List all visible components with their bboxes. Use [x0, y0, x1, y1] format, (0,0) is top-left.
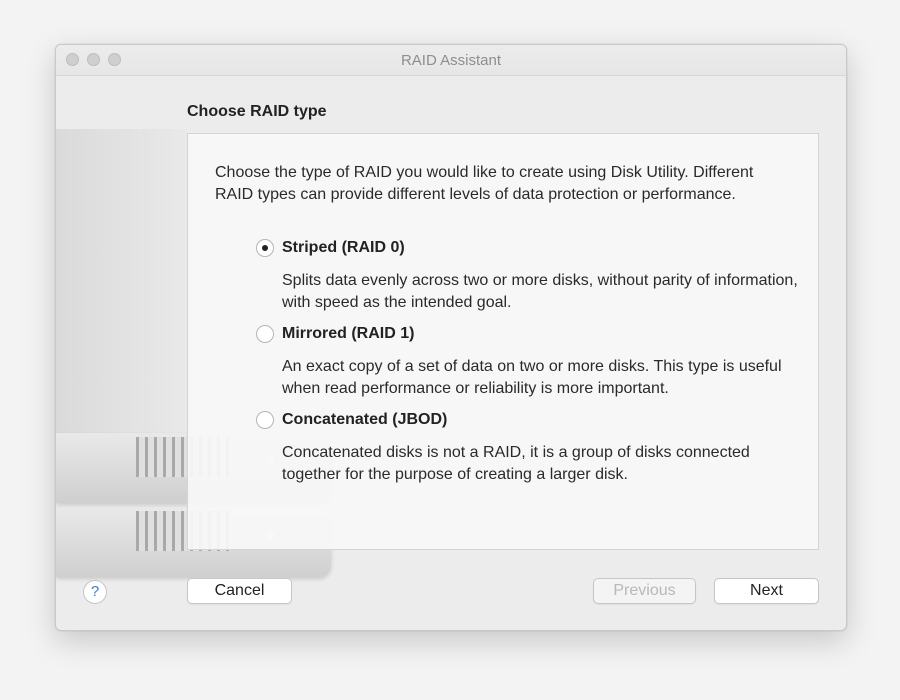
desc-mirrored: An exact copy of a set of data on two or…	[282, 358, 782, 397]
radio-concatenated[interactable]: Concatenated (JBOD)	[256, 411, 447, 429]
next-button[interactable]: Next	[714, 578, 819, 604]
radio-label-striped: Striped (RAID 0)	[282, 239, 405, 256]
raid-type-panel: Choose the type of RAID you would like t…	[187, 133, 819, 550]
radio-button-striped[interactable]	[256, 239, 274, 257]
desc-striped: Splits data evenly across two or more di…	[282, 272, 798, 311]
title-bar: RAID Assistant	[56, 45, 846, 76]
radio-mirrored[interactable]: Mirrored (RAID 1)	[256, 325, 414, 343]
desc-concatenated: Concatenated disks is not a RAID, it is …	[282, 444, 750, 483]
radio-button-concatenated[interactable]	[256, 411, 274, 429]
cancel-button[interactable]: Cancel	[187, 578, 292, 604]
radio-label-mirrored: Mirrored (RAID 1)	[282, 325, 415, 342]
intro-text: Choose the type of RAID you would like t…	[215, 164, 754, 203]
raid-assistant-window: RAID Assistant Choose RAID type Choose t…	[55, 44, 847, 631]
radio-striped[interactable]: Striped (RAID 0)	[256, 239, 405, 257]
previous-button[interactable]: Previous	[593, 578, 696, 604]
help-button[interactable]: ?	[83, 580, 107, 604]
page-heading: Choose RAID type	[187, 103, 327, 120]
disk-illustration-body	[56, 129, 187, 439]
window-title: RAID Assistant	[400, 52, 502, 69]
radio-button-mirrored[interactable]	[256, 325, 274, 343]
radio-label-concatenated: Concatenated (JBOD)	[282, 411, 448, 428]
